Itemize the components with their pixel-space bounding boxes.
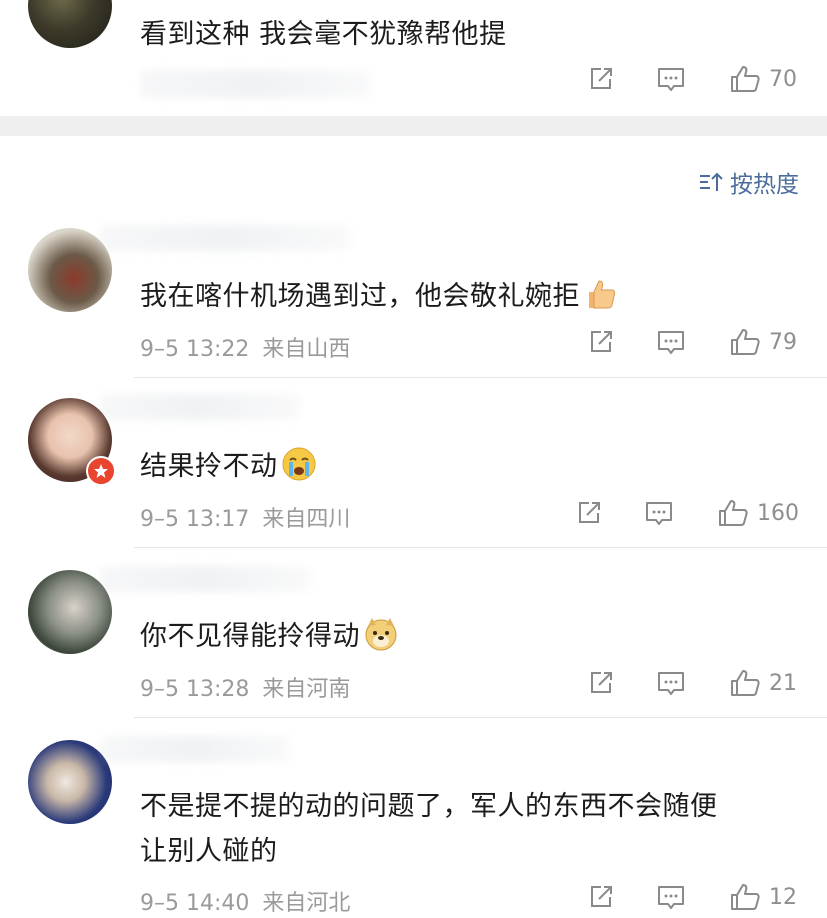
comment-time: 9–5 13:28 xyxy=(140,677,250,702)
comment-time: 9–5 14:40 xyxy=(140,891,250,916)
like-button[interactable]: 12 xyxy=(729,882,799,912)
sort-icon xyxy=(700,172,723,191)
share-button[interactable] xyxy=(581,883,621,911)
like-count: 70 xyxy=(769,66,797,92)
comment-actions: 21 xyxy=(581,668,799,698)
like-icon xyxy=(731,66,760,92)
comment-text: 我在喀什机场遇到过，他会敬礼婉拒 xyxy=(140,274,617,318)
comment-location: 来自四川 xyxy=(262,507,351,532)
comment-time: 9–5 13:17 xyxy=(140,507,250,532)
comment-actions: 12 xyxy=(581,882,799,912)
sort-label: 按热度 xyxy=(730,172,799,198)
section-separator xyxy=(0,116,827,136)
comment-location: 来自河南 xyxy=(262,677,351,702)
comment-icon xyxy=(658,672,684,695)
blurred-subtext xyxy=(140,70,370,98)
comment-button[interactable] xyxy=(639,499,679,527)
comment-meta: 9–5 14:40 来自河北 xyxy=(140,885,350,917)
comment-button[interactable] xyxy=(651,328,691,356)
star-icon xyxy=(94,464,108,478)
like-button[interactable]: 160 xyxy=(717,498,799,528)
divider xyxy=(134,547,827,548)
comment-actions: 70 xyxy=(581,64,799,94)
comment-location: 来自山西 xyxy=(262,337,351,362)
like-icon xyxy=(731,670,760,696)
comment-location: 来自河北 xyxy=(262,891,351,916)
like-button[interactable]: 21 xyxy=(729,668,799,698)
blurred-username xyxy=(100,394,300,420)
comment-actions: 79 xyxy=(581,327,799,357)
top-comment: 看到这种 我会毫不犹豫帮他提 70 xyxy=(0,0,827,116)
share-icon xyxy=(591,672,612,693)
doge-emoji xyxy=(363,616,399,659)
comment-button[interactable] xyxy=(651,883,691,911)
like-button[interactable]: 79 xyxy=(729,327,799,357)
comment-icon xyxy=(658,331,684,354)
blurred-username xyxy=(100,225,350,251)
like-count: 21 xyxy=(769,670,797,696)
share-button[interactable] xyxy=(581,65,621,93)
comment-icon xyxy=(658,68,684,91)
comment-text: 结果拎不动 xyxy=(140,444,317,489)
thumbs-up-emoji xyxy=(583,277,617,318)
comment-text: 不是提不提的动的问题了，军人的东西不会随便 xyxy=(140,791,718,822)
comment-meta: 9–5 13:17 来自四川 xyxy=(140,501,350,533)
divider xyxy=(134,377,827,378)
sort-button[interactable]: 按热度 xyxy=(698,165,799,199)
comment-button[interactable] xyxy=(651,65,691,93)
like-icon xyxy=(731,329,760,355)
comment-meta: 9–5 13:22 来自山西 xyxy=(140,331,350,363)
share-button[interactable] xyxy=(581,669,621,697)
share-button[interactable] xyxy=(581,328,621,356)
like-count: 79 xyxy=(769,329,797,355)
like-icon xyxy=(731,884,760,910)
comment-time: 9–5 13:22 xyxy=(140,337,250,362)
comment-text: 你不见得能拎得动 xyxy=(140,614,399,659)
divider xyxy=(134,717,827,718)
comment-icon xyxy=(658,886,684,909)
comment-actions: 160 xyxy=(569,498,799,528)
blurred-username xyxy=(100,736,290,762)
like-count: 160 xyxy=(757,500,799,526)
share-icon xyxy=(591,886,612,907)
comment-text: 让别人碰的 xyxy=(140,836,278,867)
verified-badge xyxy=(86,456,116,486)
comment-meta: 9–5 13:28 来自河南 xyxy=(140,671,350,703)
like-count: 12 xyxy=(769,884,797,910)
share-button[interactable] xyxy=(569,499,609,527)
comment-text: 看到这种 我会毫不犹豫帮他提 xyxy=(140,19,507,50)
avatar[interactable] xyxy=(28,0,112,48)
comment-button[interactable] xyxy=(651,669,691,697)
share-icon xyxy=(579,502,600,523)
like-button[interactable]: 70 xyxy=(729,64,799,94)
share-icon xyxy=(591,331,612,352)
blurred-username xyxy=(100,566,310,592)
like-icon xyxy=(719,500,748,526)
crying-face-emoji xyxy=(281,446,317,489)
comment-icon xyxy=(646,502,672,525)
share-icon xyxy=(591,68,612,89)
